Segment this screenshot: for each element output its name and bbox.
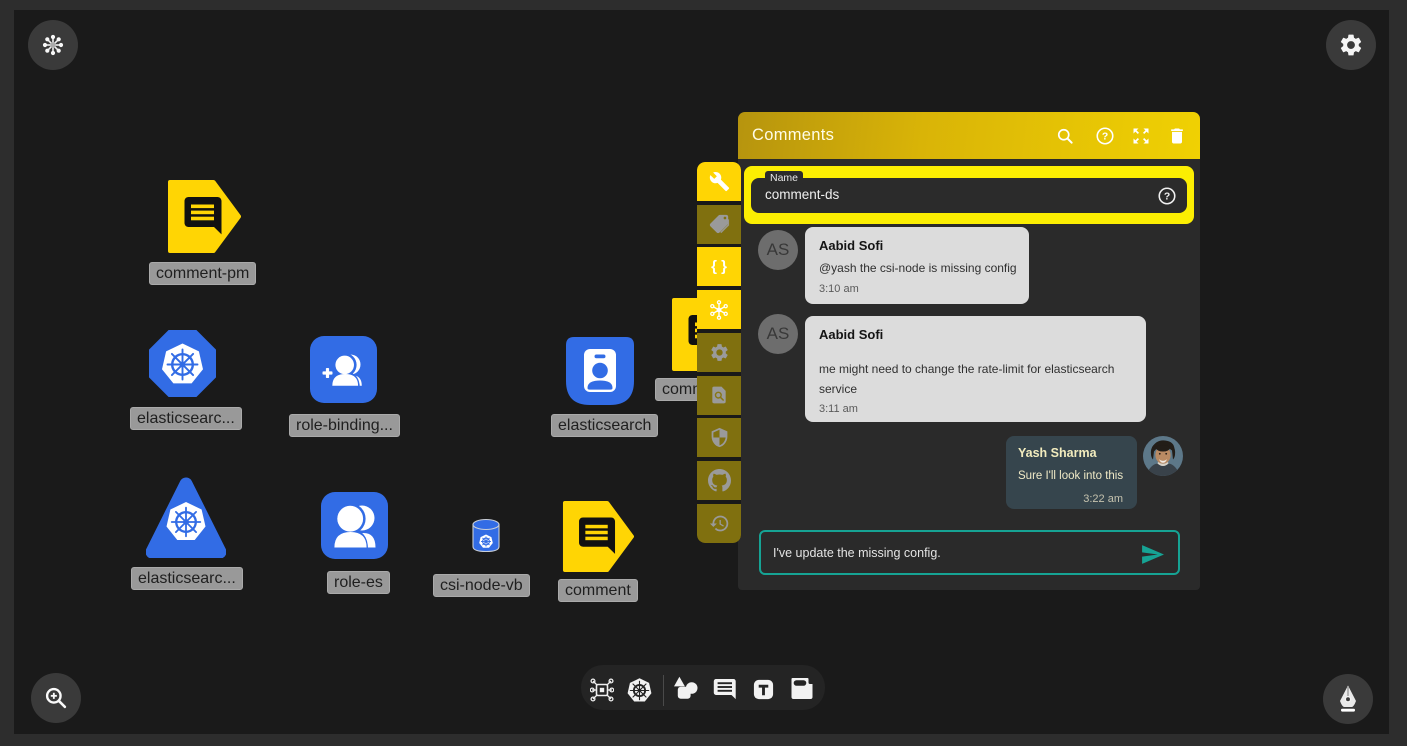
svg-text:?: ? — [1102, 132, 1108, 143]
svg-text:?: ? — [1164, 191, 1170, 202]
